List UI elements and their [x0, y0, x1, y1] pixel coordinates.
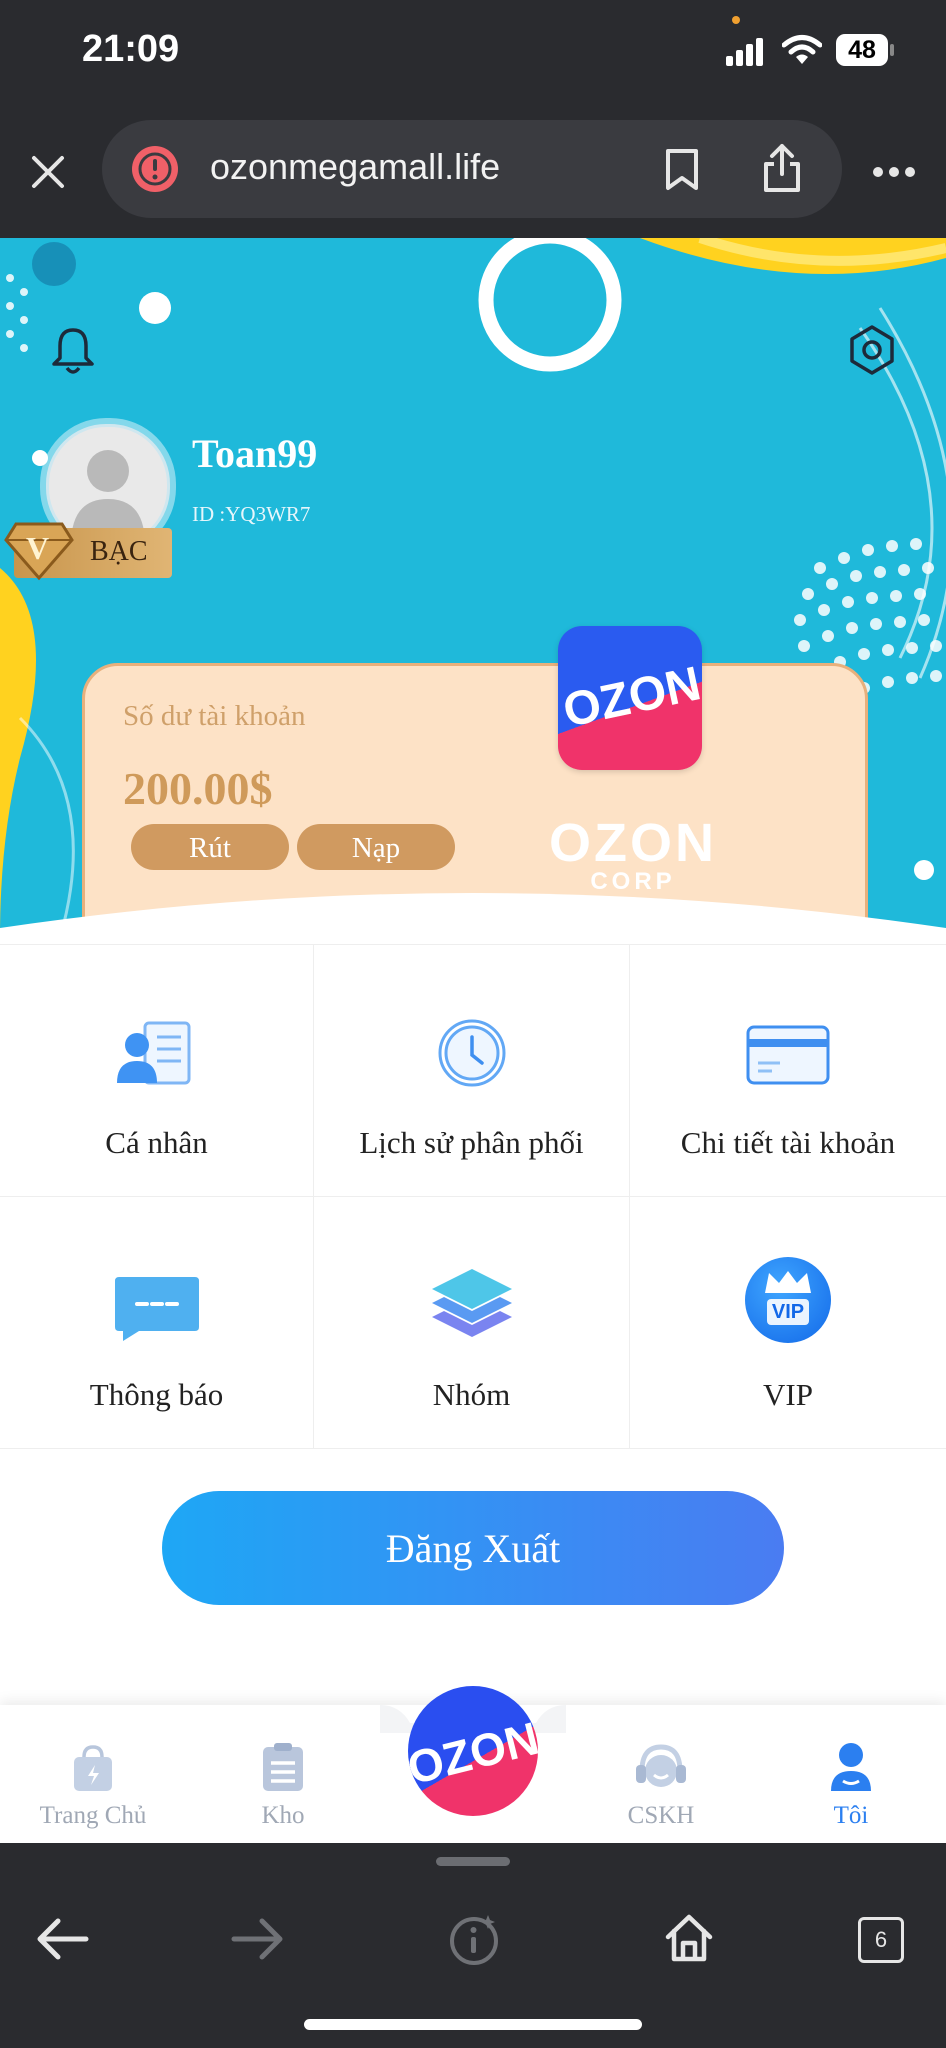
ozon-app-logo: OZON — [558, 626, 702, 770]
tab-center-logo[interactable]: OZON — [408, 1686, 538, 1816]
center-logo-text: OZON — [408, 1711, 538, 1795]
tabs-count: 6 — [874, 1927, 888, 1952]
wifi-icon — [782, 35, 822, 64]
status-time: 21:09 — [82, 28, 180, 70]
close-icon[interactable] — [30, 154, 66, 190]
browser-toolbar: 6 — [0, 1843, 946, 2048]
menu-personal-label: Cá nhân — [105, 1125, 208, 1160]
menu-history[interactable]: Lịch sử phân phối — [314, 945, 630, 1197]
drag-handle[interactable] — [436, 1857, 510, 1866]
diamond-icon: V — [4, 518, 74, 582]
menu-vip-label: VIP — [763, 1377, 813, 1412]
hero-curve — [0, 893, 946, 938]
shopping-bag-icon — [74, 1745, 112, 1791]
ozon-logo-text: OZON — [558, 657, 702, 738]
bell-icon[interactable] — [50, 324, 96, 376]
tier-badge-label: BẠC — [90, 536, 148, 567]
settings-icon[interactable] — [848, 324, 896, 376]
balance-amount: 200.00$ — [123, 763, 273, 814]
credit-card-icon — [746, 1025, 830, 1085]
logout-button[interactable]: Đăng Xuất — [162, 1491, 784, 1605]
home-indicator — [304, 2019, 642, 2030]
back-arrow-icon[interactable] — [36, 1917, 90, 1961]
share-icon[interactable] — [762, 142, 802, 194]
tab-warehouse-label: Kho — [261, 1802, 305, 1829]
user-icon — [831, 1743, 871, 1791]
menu-notifications-label: Thông báo — [89, 1377, 224, 1412]
bookmark-icon[interactable] — [664, 148, 700, 192]
tab-support[interactable]: CSKH — [586, 1705, 736, 1835]
tab-home-label: Trang Chủ — [39, 1802, 147, 1829]
home-icon[interactable] — [664, 1913, 714, 1963]
menu-account-details[interactable]: Chi tiết tài khoản — [630, 945, 946, 1197]
menu-vip[interactable]: VIP VIP — [630, 1197, 946, 1449]
tabs-button[interactable]: 6 — [858, 1917, 904, 1963]
menu-grid: Cá nhân Lịch sử phân phối Chi tiết tài k… — [0, 944, 946, 1449]
deposit-button[interactable]: Nạp — [297, 824, 455, 870]
headset-icon — [636, 1744, 686, 1787]
tab-support-label: CSKH — [627, 1802, 695, 1829]
profile-header: BẠC V Toan99 ID :YQ3WR7 Số dư tài khoản … — [0, 238, 946, 938]
menu-group[interactable]: Nhóm — [314, 1197, 630, 1449]
menu-group-label: Nhóm — [432, 1377, 511, 1412]
clipboard-icon — [263, 1743, 303, 1791]
battery-level: 48 — [848, 36, 876, 64]
menu-notifications[interactable]: Thông báo — [0, 1197, 314, 1449]
signal-icon — [726, 38, 763, 66]
menu-history-label: Lịch sử phân phối — [359, 1125, 584, 1160]
username: Toan99 — [192, 431, 318, 476]
vip-crown-icon: VIP — [745, 1257, 831, 1343]
url-text[interactable]: ozonmegamall.life — [210, 146, 500, 188]
tab-warehouse[interactable]: Kho — [208, 1705, 358, 1835]
tab-home[interactable]: Trang Chủ — [18, 1705, 168, 1835]
battery-tip — [890, 44, 894, 56]
id-card-icon — [116, 1021, 190, 1085]
message-icon — [114, 1277, 199, 1341]
clock-icon — [438, 1019, 505, 1087]
bottom-tab-bar: Trang Chủ Kho OZON CSKH Tôi — [0, 1686, 946, 1843]
brand-text: OZON — [549, 813, 717, 873]
tab-me-label: Tôi — [833, 1802, 869, 1829]
menu-personal[interactable]: Cá nhân — [0, 945, 314, 1197]
tab-me[interactable]: Tôi — [776, 1705, 926, 1835]
status-bar: 21:09 48 — [0, 0, 946, 104]
vip-icon-text: VIP — [771, 1301, 805, 1323]
layers-icon — [431, 1269, 512, 1337]
notification-dot — [732, 16, 740, 24]
withdraw-button[interactable]: Rút — [131, 824, 289, 870]
battery-icon: 48 — [836, 34, 888, 66]
user-id: ID :YQ3WR7 — [192, 502, 311, 526]
balance-label: Số dư tài khoản — [123, 700, 306, 732]
menu-account-details-label: Chi tiết tài khoản — [680, 1125, 896, 1160]
forward-arrow-icon[interactable] — [230, 1917, 284, 1961]
address-bar[interactable]: ozonmegamall.life — [102, 120, 842, 218]
warning-icon[interactable] — [130, 144, 180, 194]
diamond-letter: V — [26, 530, 50, 566]
reader-info-icon[interactable] — [446, 1911, 502, 1967]
browser-bar: ozonmegamall.life — [0, 104, 946, 238]
more-icon[interactable] — [872, 166, 916, 178]
